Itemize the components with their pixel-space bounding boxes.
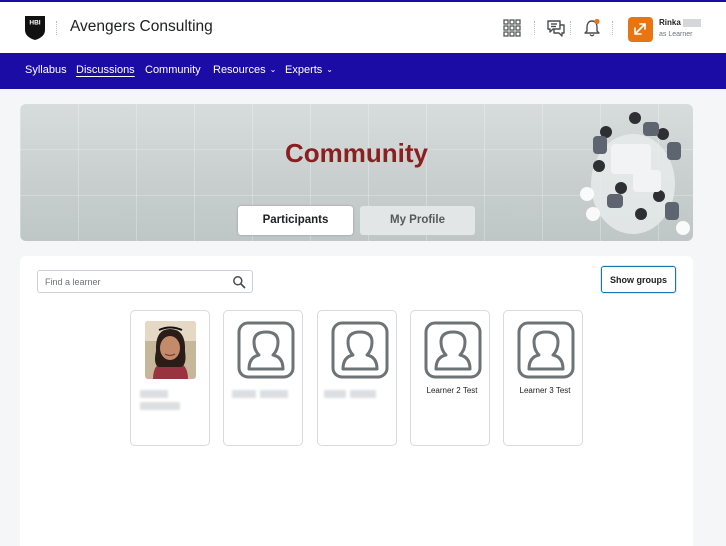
learner-card[interactable] xyxy=(223,310,303,446)
bell-icon[interactable] xyxy=(582,18,602,38)
show-groups-button[interactable]: Show groups xyxy=(601,266,676,293)
learner-photo xyxy=(145,321,196,379)
person-photo-icon xyxy=(145,321,196,379)
divider xyxy=(570,21,571,35)
nav-item-syllabus[interactable]: Syllabus xyxy=(25,64,67,76)
default-avatar-icon xyxy=(237,321,295,379)
page-title: Community xyxy=(285,138,428,168)
tab-participants[interactable]: Participants xyxy=(238,206,353,235)
user-role: as Learner xyxy=(659,31,693,38)
redacted-name xyxy=(232,390,256,398)
divider xyxy=(56,21,57,35)
redacted-name xyxy=(140,390,168,398)
divider xyxy=(534,21,535,35)
learner-card[interactable]: Learner 2 Test xyxy=(410,310,490,446)
learner-card[interactable] xyxy=(130,310,210,446)
waffle-icon[interactable] xyxy=(502,18,522,38)
logo-text: HBI xyxy=(29,20,40,27)
redacted-name xyxy=(324,390,346,398)
user-name[interactable]: Rinka xyxy=(659,18,701,27)
redacted-name xyxy=(260,390,288,398)
default-avatar-icon xyxy=(424,321,482,379)
nav-item-community[interactable]: Community xyxy=(145,64,201,76)
nav-bar: Syllabus Discussions Community Resources… xyxy=(0,53,726,89)
learner-card[interactable] xyxy=(317,310,397,446)
default-avatar-icon xyxy=(517,321,575,379)
community-banner: Community Participants My Profile xyxy=(20,104,693,241)
redacted-surname xyxy=(682,18,701,27)
redacted-name xyxy=(140,402,180,410)
learner-name: Learner 2 Test xyxy=(426,386,478,395)
nav-item-resources[interactable]: Resources ⌄ xyxy=(213,64,276,76)
user-avatar[interactable] xyxy=(628,17,653,42)
switch-arrows-icon xyxy=(634,23,646,35)
chat-icon[interactable] xyxy=(546,18,566,38)
learner-name: Learner 3 Test xyxy=(519,386,571,395)
default-avatar-icon xyxy=(331,321,389,379)
participants-panel: Show groups xyxy=(20,256,693,546)
hbi-logo[interactable]: HBI xyxy=(24,15,46,41)
tab-my-profile[interactable]: My Profile xyxy=(360,206,475,235)
nav-item-experts[interactable]: Experts ⌄ xyxy=(285,64,333,76)
search-input[interactable] xyxy=(39,272,219,291)
chevron-down-icon: ⌄ xyxy=(326,65,333,74)
top-bar: HBI Avengers Consulting Rinka as Learner xyxy=(0,0,726,53)
banner-meeting-illustration xyxy=(580,112,690,235)
org-title[interactable]: Avengers Consulting xyxy=(70,18,213,36)
search-box[interactable] xyxy=(37,270,253,293)
learner-card[interactable]: Learner 3 Test xyxy=(503,310,583,446)
nav-item-discussions[interactable]: Discussions xyxy=(76,64,135,76)
notification-dot-icon xyxy=(594,18,600,25)
chevron-down-icon: ⌄ xyxy=(269,65,277,74)
divider xyxy=(612,21,613,35)
redacted-name xyxy=(350,390,376,398)
search-icon[interactable] xyxy=(232,275,246,289)
